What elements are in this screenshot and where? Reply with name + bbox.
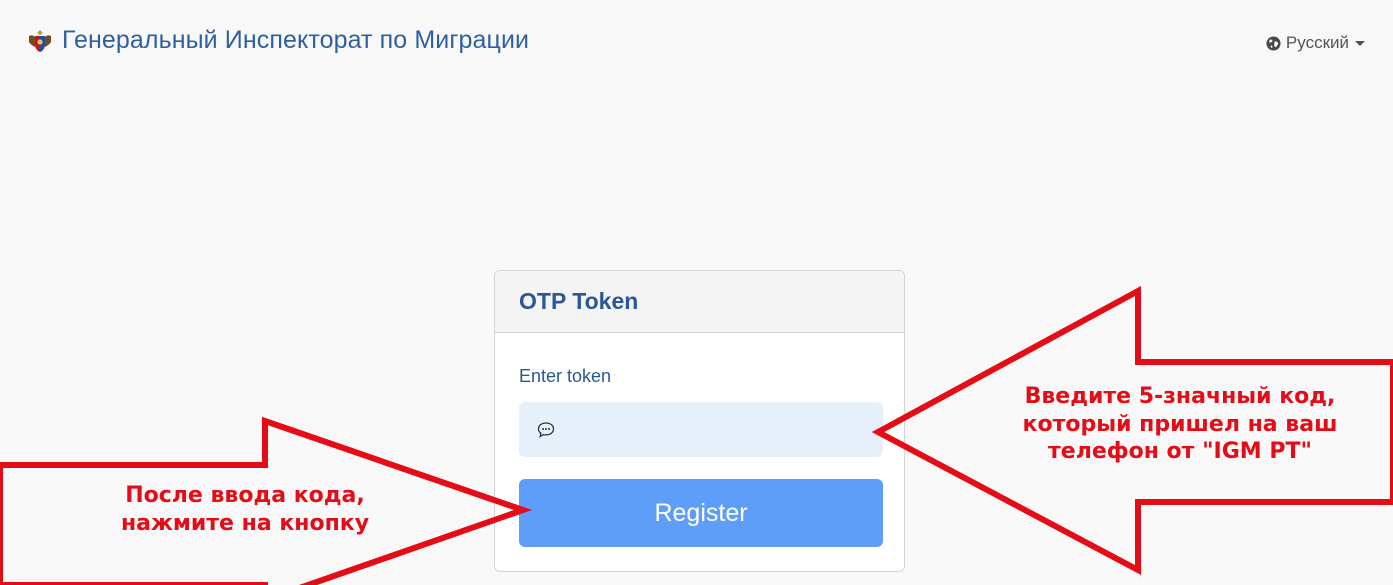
otp-card-title: OTP Token (519, 288, 639, 314)
top-navbar: Генеральный Инспекторат по Миграции Русс… (0, 0, 1393, 80)
token-input[interactable] (565, 418, 869, 441)
otp-card-header: OTP Token (495, 271, 904, 333)
otp-card: OTP Token Enter token Register (494, 270, 905, 572)
chat-bubble-icon (537, 421, 555, 438)
globe-icon (1266, 35, 1281, 51)
left-callout-text: После ввода кода, нажмите на кнопку (120, 483, 370, 536)
register-button[interactable]: Register (519, 479, 883, 547)
coat-of-arms-icon (29, 29, 51, 52)
brand-link[interactable]: Генеральный Инспекторат по Миграции (26, 26, 529, 55)
token-label: Enter token (519, 366, 612, 386)
token-input-group[interactable] (519, 402, 883, 457)
right-callout-text: Введите 5-значный код, который пришел на… (1022, 384, 1338, 464)
chevron-down-icon (1355, 40, 1365, 46)
language-dropdown[interactable]: Русский (1266, 33, 1365, 53)
language-label: Русский (1285, 33, 1349, 52)
brand-title: Генеральный Инспекторат по Миграции (62, 26, 530, 54)
